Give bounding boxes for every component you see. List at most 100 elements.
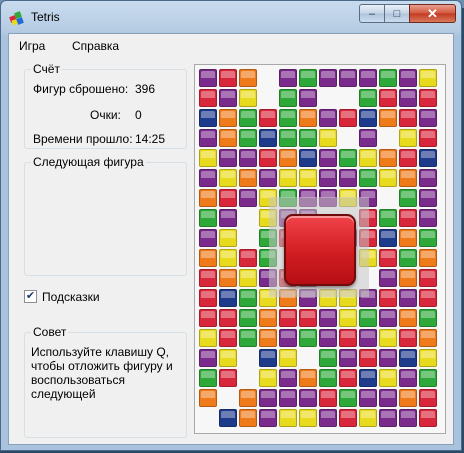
board-cell [419,309,437,327]
minimize-button[interactable]: – [359,4,385,23]
board-cell [399,209,417,227]
score-group: Счёт Фигур сброшено: 396 Очки: 0 Времени… [24,62,187,149]
board-cell [319,309,337,327]
board-cell [399,109,417,127]
board-cell [359,389,377,407]
board-cell [399,149,417,167]
board-cell [339,69,357,87]
board-cell [319,149,337,167]
board-cell [399,329,417,347]
board-cell [379,269,397,287]
board-cell [199,209,217,227]
board-cell [219,209,237,227]
game-board[interactable] [194,64,446,434]
board-cell [239,189,257,207]
board-cell [399,69,417,87]
board-cell [319,69,337,87]
board-cell [299,149,317,167]
board-cell [399,309,417,327]
board-cell [319,409,337,427]
board-cell [239,69,257,87]
board-cell [419,249,437,267]
board-cell [219,149,237,167]
board-cell [419,149,437,167]
board-cell [239,309,257,327]
menu-game[interactable]: Игра [19,39,45,53]
board-cell [299,329,317,347]
tip-text: Используйте клавишу Q, чтобы отложить фи… [31,345,173,401]
board-cell [239,109,257,127]
close-icon: ✕ [427,5,438,21]
board-cell [219,229,237,247]
board-cell [239,169,257,187]
maximize-button[interactable]: □ [384,4,410,23]
board-cell [279,129,297,147]
board-cell [299,369,317,387]
board-cell [379,369,397,387]
board-cell [279,389,297,407]
board-cell [419,69,437,87]
board-cell [279,349,297,367]
board-cell [239,389,257,407]
board-cell [419,89,437,107]
board-cell [399,169,417,187]
board-cell [319,109,337,127]
board-cell [359,329,377,347]
board-cell [319,349,337,367]
board-cell [219,109,237,127]
board-cell [299,409,317,427]
score-group-title: Счёт [31,62,62,76]
board-cell [379,389,397,407]
board-cell [279,149,297,167]
board-cell [199,349,217,367]
board-cell [339,329,357,347]
board-cell [199,289,217,307]
board-cell [199,69,217,87]
board-cell [419,169,437,187]
menu-help[interactable]: Справка [72,39,119,53]
board-cell [399,229,417,247]
hints-checkbox[interactable]: ✔ [24,290,37,303]
board-cell [419,409,437,427]
board-cell [199,109,217,127]
board-cell [339,109,357,127]
board-cell [279,109,297,127]
board-cell [299,169,317,187]
board-cell [219,129,237,147]
title-bar[interactable]: Tetris – □ ✕ [1,1,461,33]
client-area: Игра Справка Счёт Фигур сброшено: 396 Оч… [8,33,454,445]
board-cell [199,169,217,187]
board-cell [319,329,337,347]
board-cell [259,129,277,147]
board-cell [339,409,357,427]
board-cell [299,69,317,87]
board-cell [239,269,257,287]
board-cell [399,249,417,267]
board-cell [259,329,277,347]
board-cell [419,189,437,207]
board-cell [419,109,437,127]
board-cell [379,89,397,107]
close-button[interactable]: ✕ [409,4,456,23]
board-cell [399,349,417,367]
board-cell [199,129,217,147]
board-cell [419,369,437,387]
board-cell [379,149,397,167]
board-cell [199,329,217,347]
board-cell [199,389,217,407]
board-cell [299,389,317,407]
board-cell [359,409,377,427]
board-cell [339,349,357,367]
board-cell [319,129,337,147]
board-cell [419,389,437,407]
board-cell [219,309,237,327]
board-cell [279,409,297,427]
board-cell [359,109,377,127]
board-cell [299,109,317,127]
board-cell [199,149,217,167]
board-cell [339,389,357,407]
hints-label[interactable]: Подсказки [42,290,100,304]
board-cell [239,249,257,267]
board-cell [399,369,417,387]
tetris-app-icon [9,10,25,26]
